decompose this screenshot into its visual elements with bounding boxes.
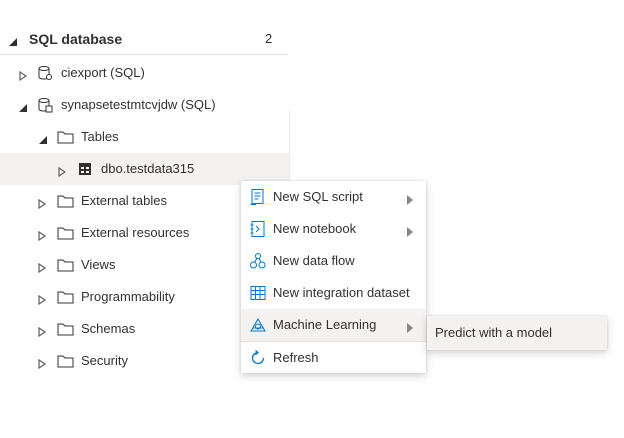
tree-item-ciexport[interactable]: ciexport (SQL) [0,57,290,89]
menu-item-label: New SQL script [273,189,363,204]
expand-icon[interactable] [38,260,47,278]
folder-icon [57,257,74,273]
tree-item-synapsetestmtcvjdw[interactable]: synapsetestmtcvjdw (SQL) [0,89,290,121]
folder-icon [57,353,74,369]
section-count-badge: 2 [265,31,273,46]
expand-icon[interactable] [38,292,47,310]
sql-pool-icon [37,97,53,113]
tree-item-label: Security [81,353,128,368]
pane-divider [289,110,290,180]
notebook-icon [249,220,267,238]
collapse-icon[interactable] [18,100,28,118]
collapse-icon[interactable] [8,34,18,52]
menu-item-machine-learning[interactable]: Machine Learning [241,309,426,341]
dataset-icon [249,284,267,302]
expand-icon[interactable] [38,324,47,342]
expand-icon[interactable] [58,164,67,182]
folder-icon [57,129,74,145]
chevron-right-icon [406,192,414,210]
folder-icon [57,225,74,241]
folder-icon [57,289,74,305]
tree-item-label: synapsetestmtcvjdw (SQL) [61,97,216,112]
collapse-icon[interactable] [38,132,48,150]
refresh-icon [249,349,267,367]
machine-learning-icon [249,316,267,334]
tree-item-label: ciexport (SQL) [61,65,145,80]
expand-icon[interactable] [38,228,47,246]
section-title: SQL database [29,31,123,47]
menu-item-new-data-flow[interactable]: New data flow [241,245,426,277]
expand-icon[interactable] [38,356,47,374]
chevron-right-icon [406,224,414,242]
folder-icon [57,193,74,209]
submenu-machine-learning: Predict with a model [427,316,607,350]
tree-item-tables[interactable]: Tables [0,121,290,153]
menu-item-label: New notebook [273,221,357,236]
sql-script-icon [249,188,267,206]
menu-item-refresh[interactable]: Refresh [241,342,426,374]
expand-icon[interactable] [19,68,28,86]
menu-item-label: Refresh [273,350,319,365]
menu-item-new-sql-script[interactable]: New SQL script [241,181,426,213]
menu-item-new-notebook[interactable]: New notebook [241,213,426,245]
folder-icon [57,321,74,337]
chevron-right-icon [406,320,414,338]
tree-item-label: Views [81,257,116,272]
tree-item-label: External tables [81,193,167,208]
context-menu: New SQL script New notebook New data flo… [241,181,426,373]
menu-item-label: New data flow [273,253,355,268]
section-header-sql-database[interactable]: SQL database 2 [0,26,288,55]
tree-item-label: Tables [81,129,119,144]
tree-item-label: External resources [81,225,190,240]
menu-item-new-integration-dataset[interactable]: New integration dataset [241,277,426,309]
data-flow-icon [249,252,267,270]
menu-item-label: New integration dataset [273,285,410,300]
submenu-item-predict-with-a-model[interactable]: Predict with a model [435,325,552,340]
tree-item-label: Schemas [81,321,136,336]
expand-icon[interactable] [38,196,47,214]
table-icon [77,161,93,177]
menu-item-label: Machine Learning [273,317,377,332]
sql-pool-icon [37,65,53,81]
tree-item-label: Programmability [81,289,175,304]
tree-item-label: dbo.testdata315 [101,161,195,176]
